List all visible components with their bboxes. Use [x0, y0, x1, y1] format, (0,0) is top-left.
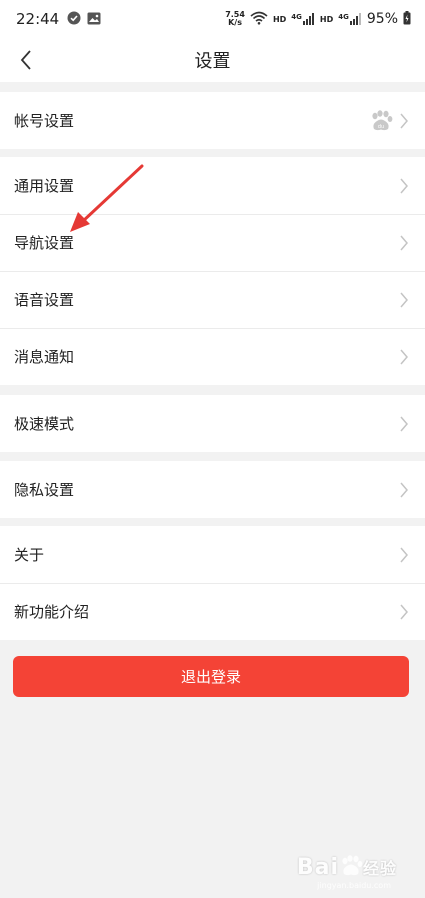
settings-item-label: 帐号设置 — [14, 112, 75, 130]
row-right — [399, 547, 409, 563]
status-time: 22:44 — [16, 10, 60, 28]
settings-item-general[interactable]: 通用设置 — [0, 157, 425, 214]
row-right — [399, 416, 409, 432]
chevron-right-icon — [400, 292, 408, 307]
net-type-2: 4G — [338, 13, 349, 21]
watermark-url: jingyan.baidu.com — [317, 881, 391, 890]
hd-label-2: HD — [319, 14, 334, 24]
baidu-paw-icon — [342, 855, 363, 876]
gallery-icon — [87, 10, 101, 29]
settings-item-voice[interactable]: 语音设置 — [0, 271, 425, 328]
logout-button[interactable]: 退出登录 — [13, 656, 409, 697]
chevron-right-icon — [400, 349, 408, 364]
row-right — [399, 178, 409, 194]
settings-item-account[interactable]: 帐号设置 du — [0, 92, 425, 149]
settings-item-speed-mode[interactable]: 极速模式 — [0, 395, 425, 452]
status-right: 7.54 K/s HD 4G HD 4G 95% — [225, 10, 411, 28]
watermark-brand-2: 经验 — [362, 859, 397, 878]
battery-charging-icon — [403, 10, 411, 28]
settings-item-notifications[interactable]: 消息通知 — [0, 328, 425, 385]
net-speed: 7.54 K/s — [225, 11, 245, 27]
chevron-right-icon — [400, 416, 408, 431]
checkmark-badge-icon — [67, 10, 81, 29]
nav-bar: 设置 — [0, 38, 425, 82]
row-right — [399, 235, 409, 251]
signal-4g-icon-1: 4G — [291, 13, 315, 25]
row-right: du — [369, 109, 409, 132]
row-right — [399, 292, 409, 308]
settings-group-privacy: 隐私设置 — [0, 461, 425, 518]
settings-item-navigation[interactable]: 导航设置 — [0, 214, 425, 271]
settings-item-label: 极速模式 — [14, 415, 75, 433]
chevron-right-icon — [400, 113, 408, 128]
settings-item-label: 消息通知 — [14, 348, 75, 366]
row-right — [399, 604, 409, 620]
settings-item-about[interactable]: 关于 — [0, 526, 425, 583]
page-title: 设置 — [194, 51, 231, 72]
settings-item-label: 新功能介绍 — [14, 603, 90, 621]
chevron-right-icon — [400, 604, 408, 619]
settings-item-label: 语音设置 — [14, 291, 75, 309]
net-speed-unit: K/s — [228, 18, 242, 27]
settings-item-label: 关于 — [14, 546, 45, 564]
hd-label-1: HD — [272, 14, 287, 24]
settings-item-whats-new[interactable]: 新功能介绍 — [0, 583, 425, 640]
watermark-brand: Bai — [296, 855, 339, 880]
wifi-icon — [250, 11, 268, 28]
settings-group-account: 帐号设置 du — [0, 92, 425, 149]
settings-item-label: 隐私设置 — [14, 481, 75, 499]
back-button[interactable] — [12, 46, 40, 74]
settings-item-label: 通用设置 — [14, 177, 75, 195]
status-bar: 22:44 7.54 K/s HD 4G HD 4G 95% — [0, 0, 425, 38]
settings-item-label: 导航设置 — [14, 234, 75, 252]
svg-text:du: du — [378, 124, 384, 130]
battery-percent: 95% — [366, 11, 398, 27]
net-type-1: 4G — [291, 13, 302, 21]
row-right — [399, 482, 409, 498]
settings-group-general: 通用设置 导航设置 语音设置 消息通知 — [0, 157, 425, 385]
chevron-right-icon — [400, 482, 408, 497]
chevron-left-icon — [20, 50, 31, 70]
signal-4g-icon-2: 4G — [338, 13, 362, 25]
chevron-right-icon — [400, 178, 408, 193]
settings-item-privacy[interactable]: 隐私设置 — [0, 461, 425, 518]
chevron-right-icon — [400, 235, 408, 250]
settings-group-about: 关于 新功能介绍 — [0, 526, 425, 640]
baidu-paw-icon: du — [372, 109, 393, 130]
settings-group-speed: 极速模式 — [0, 395, 425, 452]
watermark-logo: Bai 经验 — [297, 855, 397, 880]
chevron-right-icon — [400, 547, 408, 562]
row-right — [399, 349, 409, 365]
